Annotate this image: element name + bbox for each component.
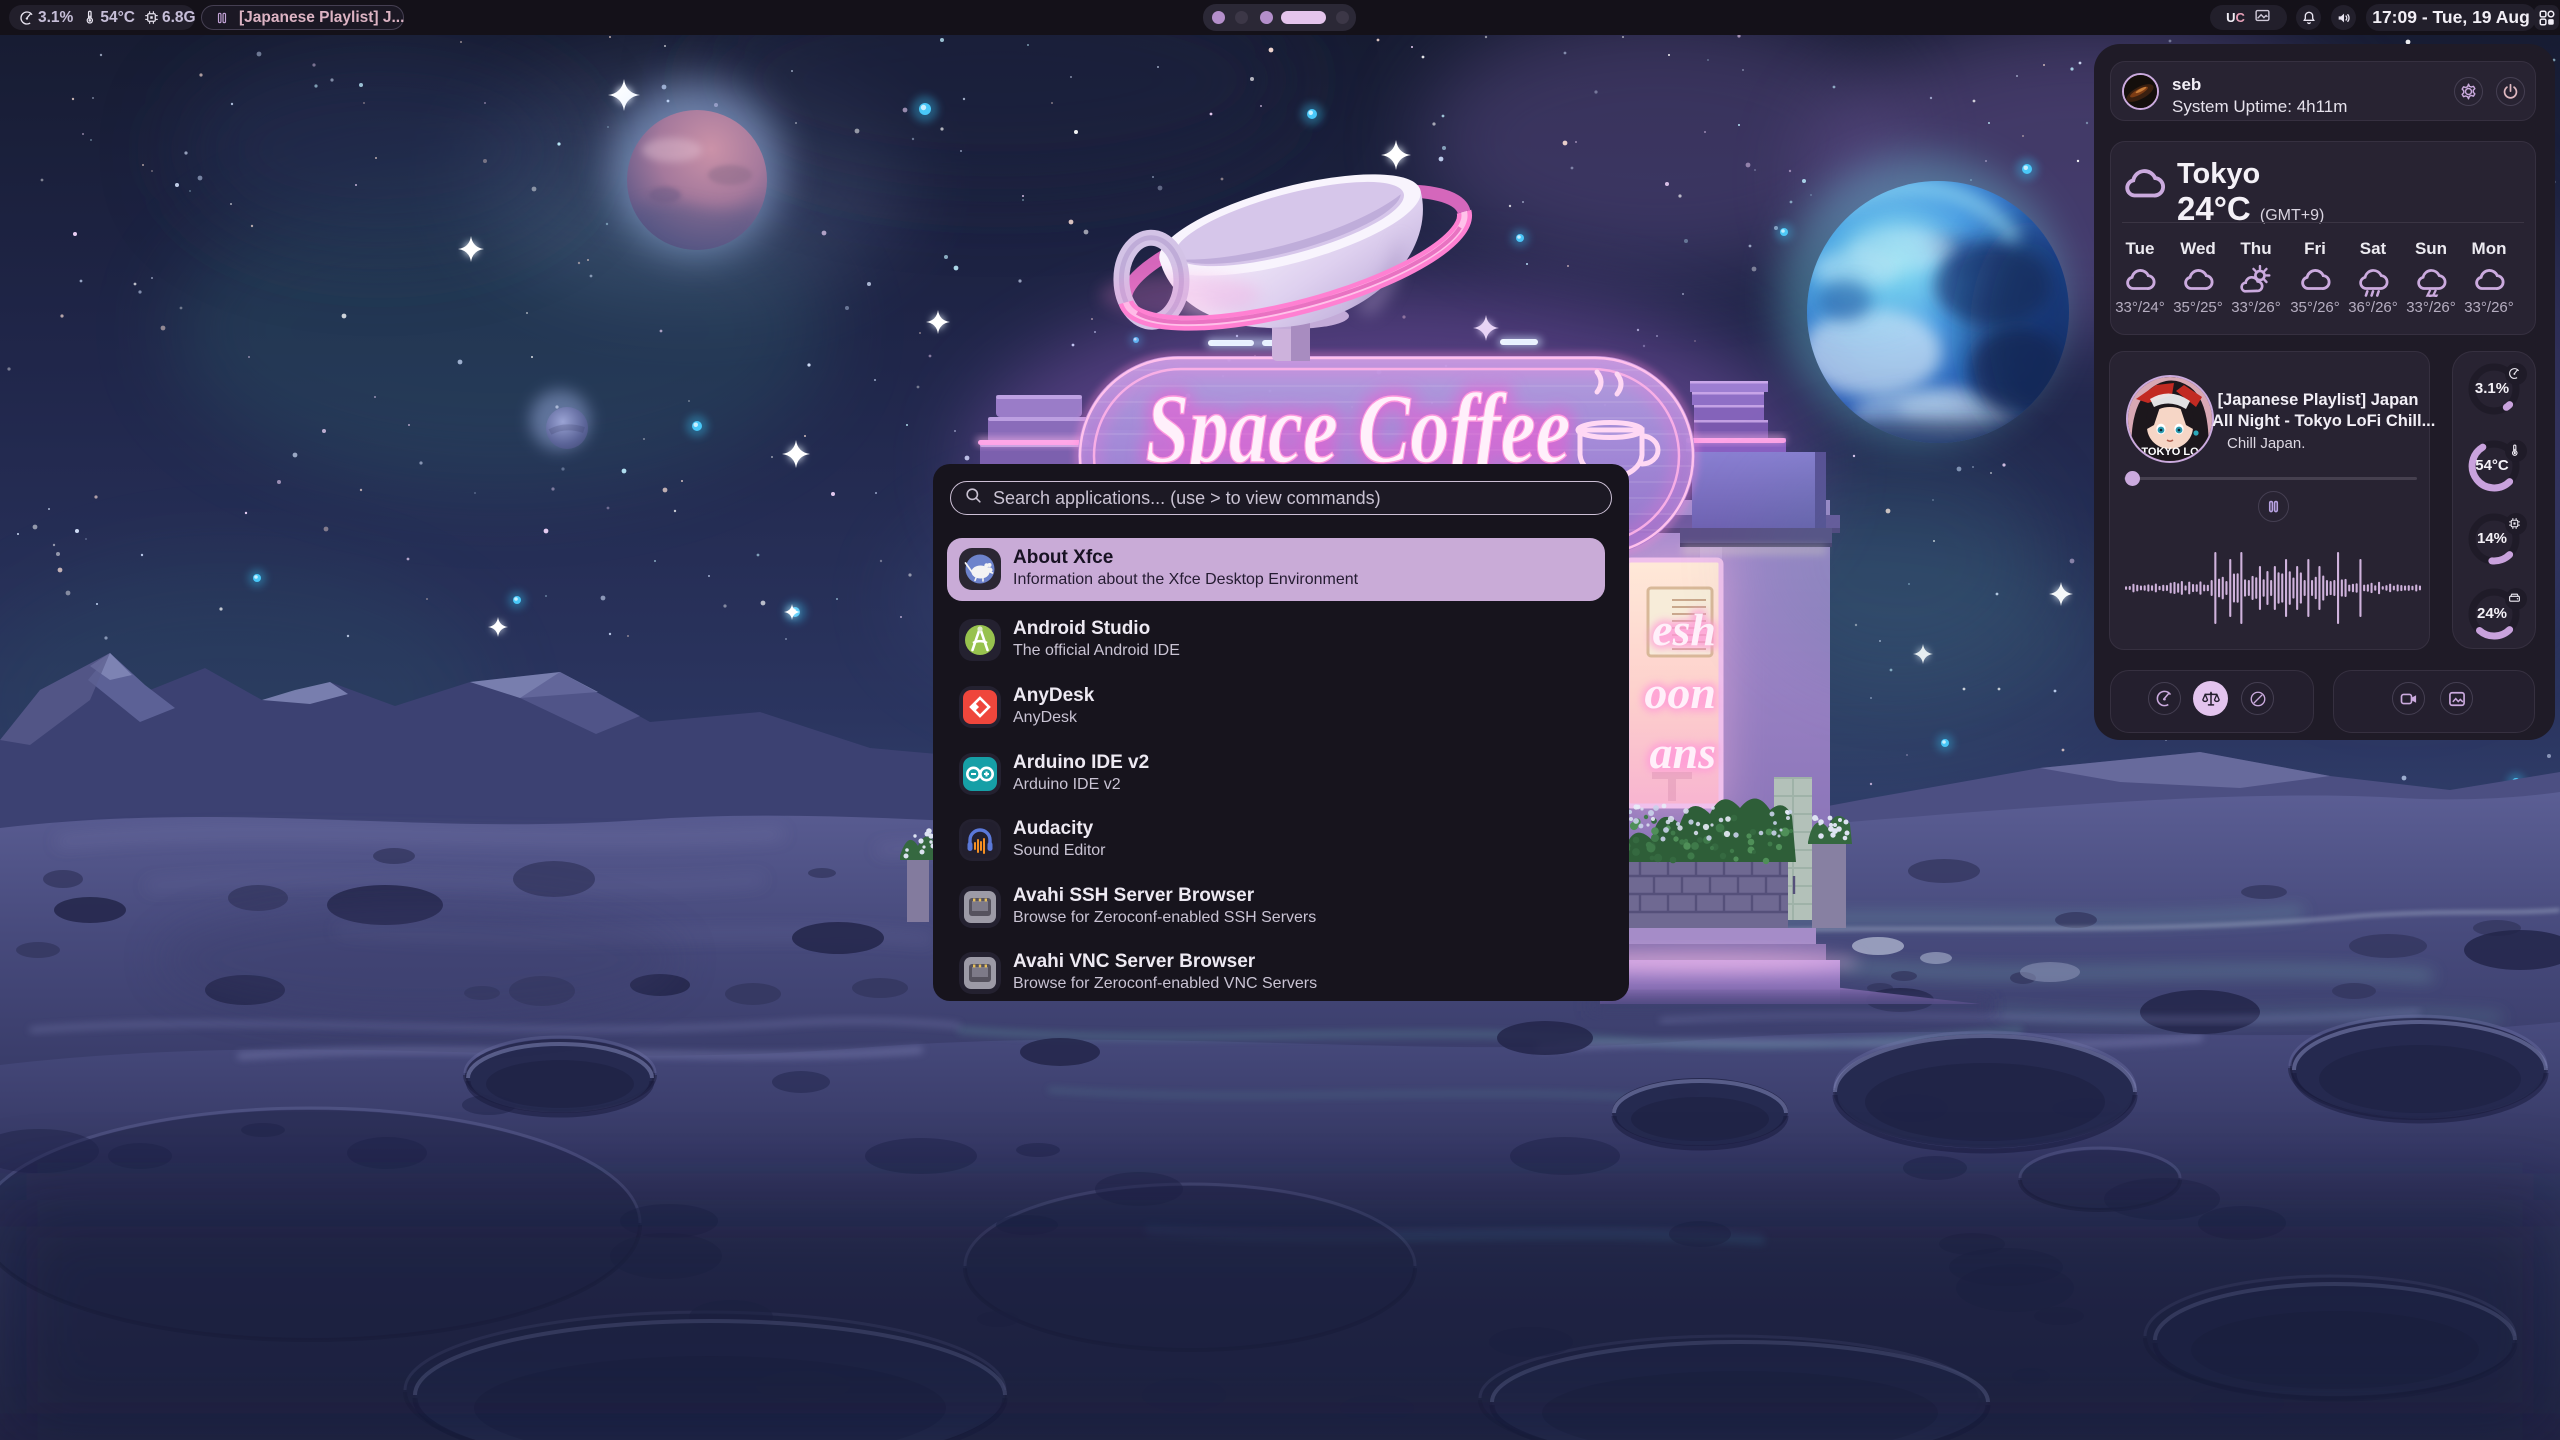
svg-text:esh: esh bbox=[1652, 604, 1716, 655]
svg-text:TOKYO LO: TOKYO LO bbox=[2141, 446, 2199, 458]
svg-text:ans: ans bbox=[1650, 727, 1716, 778]
svg-text:oon: oon bbox=[1644, 667, 1716, 718]
